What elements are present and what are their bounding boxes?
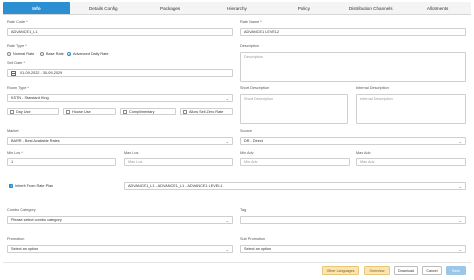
chevron-down-icon: ⌄ xyxy=(458,184,462,189)
radio-on-icon xyxy=(67,52,71,56)
internal-description-textarea[interactable]: Internal Description xyxy=(356,94,466,124)
market-select[interactable]: BARR - Best Available Rates ⌄ xyxy=(7,137,233,145)
min-los-label: Min Los * xyxy=(7,151,23,155)
inherit-rate-plan-select[interactable]: ADVANCE1_L1 - ADVANCE1_L1 - ADVANCE1 LEV… xyxy=(124,182,466,190)
chevron-down-icon: ⌄ xyxy=(458,218,462,223)
inherit-rate-plan-checkbox[interactable]: Inherit From Rate Plan xyxy=(7,182,119,190)
rate-type-base-radio[interactable]: Base Rate xyxy=(40,52,64,56)
tab-bar: Info Details Config Packages Hierarchy P… xyxy=(3,2,471,15)
chevron-down-icon: ⌄ xyxy=(225,96,229,101)
min-los-input[interactable]: 1 xyxy=(7,158,116,166)
combo-category-select[interactable]: Please select combo category ⌄ xyxy=(7,216,233,224)
calendar-icon[interactable] xyxy=(11,71,16,76)
max-adv-input[interactable]: Max Adv xyxy=(356,158,466,166)
tab-info[interactable]: Info xyxy=(3,2,70,14)
footer-divider xyxy=(3,262,471,263)
cancel-button[interactable]: Cancel xyxy=(422,266,442,275)
house-use-checkbox[interactable]: House Use xyxy=(63,108,116,115)
description-label: Description xyxy=(240,44,259,48)
sub-promotion-select[interactable]: Select an option ⌄ xyxy=(240,245,466,253)
source-label: Source xyxy=(240,129,253,133)
radio-off-icon xyxy=(7,52,11,56)
rate-code-label: Rate Code * xyxy=(7,20,28,24)
overview-button[interactable]: Overview xyxy=(364,266,390,275)
rate-type-normal-radio[interactable]: Normal Rate xyxy=(7,52,34,56)
tag-select[interactable]: ⌄ xyxy=(240,216,466,224)
chevron-down-icon: ⌄ xyxy=(225,218,229,223)
short-description-label: Short Description xyxy=(240,86,270,90)
min-adv-input[interactable]: Min Adv xyxy=(240,158,350,166)
allow-sell-zero-rate-checkbox[interactable]: Allow Sell Zero Rate xyxy=(180,108,233,115)
tag-label: Tag xyxy=(240,208,247,212)
complimentary-checkbox[interactable]: Complimentary xyxy=(120,108,176,115)
max-los-label: Max Los xyxy=(124,151,139,155)
short-description-textarea[interactable]: Short Description xyxy=(240,94,348,124)
checkbox-icon xyxy=(183,109,187,114)
rate-code-input[interactable]: ADVANCE1_L1 xyxy=(7,28,233,36)
tab-details-config[interactable]: Details Config xyxy=(70,2,137,14)
tab-hierarchy[interactable]: Hierarchy xyxy=(204,2,271,14)
download-button[interactable]: Download xyxy=(394,266,418,275)
chevron-down-icon: ⌄ xyxy=(225,139,229,144)
chevron-down-icon: ⌄ xyxy=(458,139,462,144)
rate-type-label: Rate Type * xyxy=(7,44,27,48)
checkbox-icon xyxy=(66,109,70,114)
rate-name-input[interactable]: ADVANCE1 LEVEL2 xyxy=(240,28,466,36)
market-label: Market xyxy=(7,129,19,133)
checkbox-icon xyxy=(10,109,14,114)
source-select[interactable]: DR - Direct ⌄ xyxy=(240,137,466,145)
min-adv-label: Min Adv xyxy=(240,151,254,155)
sub-promotion-label: Sub Promotion xyxy=(240,237,266,241)
save-button[interactable]: Save xyxy=(446,266,466,275)
tab-packages[interactable]: Packages xyxy=(137,2,204,14)
checkbox-checked-icon xyxy=(9,184,13,188)
sell-date-input[interactable]: 01-09-2022 - 30-09-2029 xyxy=(7,69,233,77)
other-languages-button[interactable]: Other Languages xyxy=(322,266,359,275)
description-textarea[interactable]: Description xyxy=(240,52,466,82)
promotion-label: Promotion xyxy=(7,237,25,241)
chevron-down-icon: ⌄ xyxy=(225,247,229,252)
room-type-label: Room Type * xyxy=(7,86,29,90)
chevron-down-icon: ⌄ xyxy=(458,247,462,252)
room-type-select[interactable]: KSTN - Standard King ⌄ xyxy=(7,94,233,102)
tab-policy[interactable]: Policy xyxy=(270,2,337,14)
max-los-input[interactable]: Max Los xyxy=(124,158,233,166)
radio-off-icon xyxy=(40,52,44,56)
tab-allotments[interactable]: Allotments xyxy=(404,2,471,14)
internal-description-label: Internal Description xyxy=(356,86,389,90)
rate-name-label: Rate Name * xyxy=(240,20,262,24)
combo-category-label: Combo Category xyxy=(7,208,36,212)
checkbox-icon xyxy=(123,109,127,114)
day-use-checkbox[interactable]: Day Use xyxy=(7,108,59,115)
sell-date-label: Sell Date * xyxy=(7,61,25,65)
max-adv-label: Max Adv xyxy=(356,151,371,155)
tab-distribution-channels[interactable]: Distribution Channels xyxy=(337,2,404,14)
rate-type-advanced-radio[interactable]: Advanced Daily Rate xyxy=(67,52,108,56)
promotion-select[interactable]: Select an option ⌄ xyxy=(7,245,233,253)
